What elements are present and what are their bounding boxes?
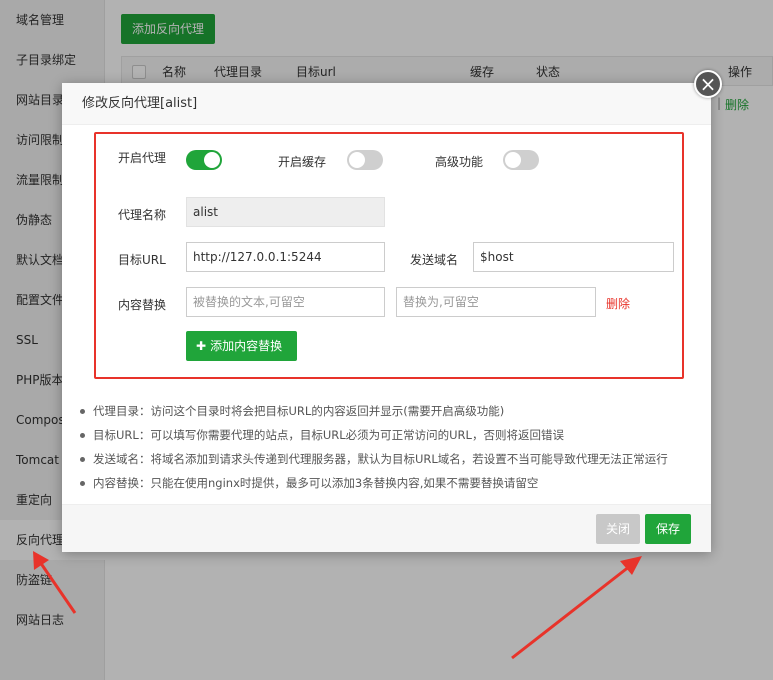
tip-content-replace: 内容替换：只能在使用nginx时提供，最多可以添加3条替换内容,如果不需要替换请… <box>76 471 701 495</box>
enable-cache-label: 开启缓存 <box>278 155 327 169</box>
edit-reverse-proxy-dialog: 修改反向代理[alist] 开启代理 开启缓存 高级功能 代理名称 alist … <box>62 83 711 552</box>
content-replace-label: 内容替换 <box>118 298 167 312</box>
enable-proxy-label: 开启代理 <box>118 151 167 165</box>
tip-target-url: 目标URL：可以填写你需要代理的站点，目标URL必须为可正常访问的URL，否则将… <box>76 423 701 447</box>
toggle-knob <box>505 152 521 168</box>
add-content-replace-label: 添加内容替换 <box>210 339 283 353</box>
proxy-name-label: 代理名称 <box>118 208 167 222</box>
send-domain-label: 发送域名 <box>410 253 459 267</box>
dialog-header: 修改反向代理[alist] <box>62 83 711 125</box>
help-tips: 代理目录：访问这个目录时将会把目标URL的内容返回并显示(需要开启高级功能) 目… <box>76 399 701 495</box>
close-button[interactable]: 关闭 <box>596 514 640 544</box>
enable-proxy-toggle[interactable] <box>186 150 222 170</box>
proxy-name-input: alist <box>186 197 385 227</box>
dialog-footer: 关闭 保存 <box>62 504 711 552</box>
plus-icon: ✚ <box>196 339 207 353</box>
toggle-knob <box>204 152 220 168</box>
save-button[interactable]: 保存 <box>645 514 691 544</box>
target-url-label: 目标URL <box>118 253 166 267</box>
replace-from-input[interactable]: 被替换的文本,可留空 <box>186 287 385 317</box>
send-domain-input[interactable]: $host <box>473 242 674 272</box>
target-url-input[interactable]: http://127.0.0.1:5244 <box>186 242 385 272</box>
add-content-replace-button[interactable]: ✚ 添加内容替换 <box>186 331 297 361</box>
replace-to-input[interactable]: 替换为,可留空 <box>396 287 596 317</box>
enable-cache-toggle[interactable] <box>347 150 383 170</box>
tip-proxy-dir: 代理目录：访问这个目录时将会把目标URL的内容返回并显示(需要开启高级功能) <box>76 399 701 423</box>
toggle-knob <box>349 152 365 168</box>
dialog-title: 修改反向代理[alist] <box>82 96 198 111</box>
delete-replace-link[interactable]: 删除 <box>606 295 630 312</box>
tip-send-domain: 发送域名：将域名添加到请求头传递到代理服务器，默认为目标URL域名，若设置不当可… <box>76 447 701 471</box>
advanced-label: 高级功能 <box>435 155 484 169</box>
close-icon[interactable]: × <box>694 70 722 98</box>
advanced-toggle[interactable] <box>503 150 539 170</box>
